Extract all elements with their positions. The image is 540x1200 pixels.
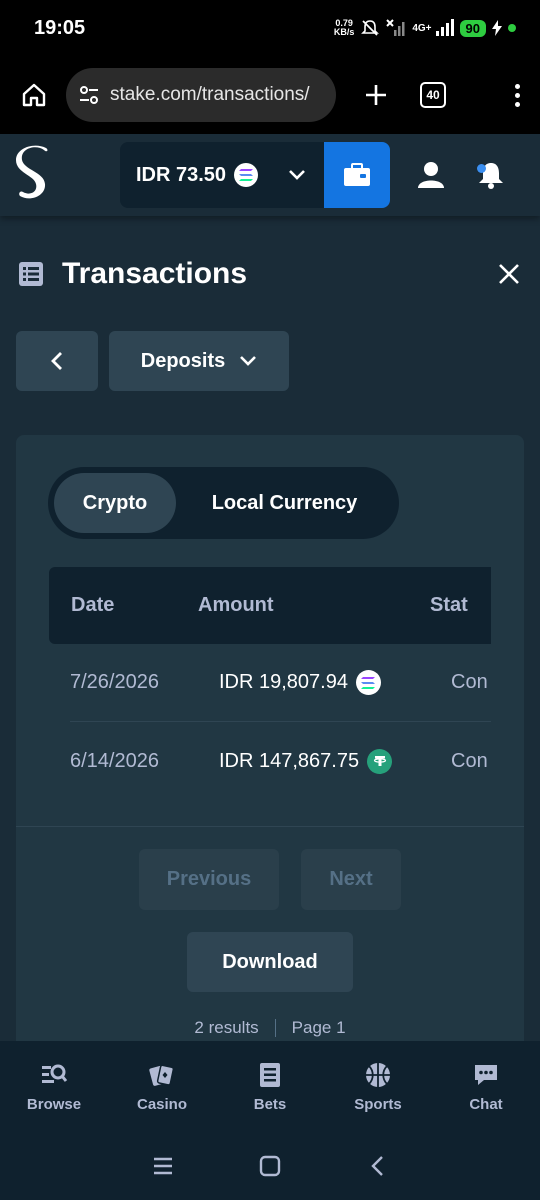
nav-label: Chat (469, 1096, 503, 1113)
cards-icon (149, 1064, 175, 1086)
chevron-down-icon (240, 356, 257, 366)
nav-browse[interactable]: Browse (0, 1041, 108, 1131)
chat-icon (475, 1065, 497, 1085)
page-indicator: Page 1 (291, 1018, 346, 1037)
row-status: Con (451, 749, 488, 772)
wallet-button[interactable] (324, 142, 390, 208)
signal-off-icon (386, 19, 405, 36)
chevron-left-icon (51, 352, 62, 370)
nav-label: Casino (136, 1096, 187, 1113)
currency-toggle: Crypto Local Currency (48, 467, 399, 539)
status-time: 19:05 (34, 16, 86, 39)
plus-icon (366, 85, 386, 105)
wallet-group: IDR 73.50 (120, 142, 390, 208)
status-icons: 0.79 KB/s 4G+ 90 (334, 19, 516, 37)
screen: 19:05 0.79 KB/s 4G+ 90 stake.com/transac… (0, 0, 540, 1200)
column-header-date: Date (71, 594, 115, 616)
transactions-table: Date Amount Stat 7/26/2026 IDR 19,807.94… (49, 567, 491, 800)
nav-label: Sports (354, 1096, 402, 1113)
previous-button[interactable]: Previous (139, 849, 279, 910)
charging-icon (492, 20, 502, 36)
row-date: 6/14/2026 (70, 749, 159, 772)
signal-icon (435, 19, 454, 36)
column-header-status: Stat (430, 594, 468, 616)
stake-logo[interactable] (14, 144, 54, 206)
browser-toolbar: stake.com/transactions/ 40 (0, 56, 540, 134)
balance-selector[interactable]: IDR 73.50 (120, 142, 324, 208)
tab-crypto[interactable]: Crypto (54, 473, 176, 533)
nav-label: Bets (253, 1096, 287, 1113)
table-header: Date Amount Stat (49, 567, 491, 644)
net-speed: 0.79 KB/s (333, 18, 355, 37)
solana-icon (234, 163, 259, 187)
new-tab-button[interactable] (354, 73, 398, 117)
row-status: Con (451, 671, 488, 693)
page-title: Transactions (62, 257, 248, 290)
row-date: 7/26/2026 (70, 671, 159, 693)
site-settings-icon[interactable] (78, 84, 100, 106)
results-summary: 2 results Page 1 (16, 1018, 524, 1038)
home-button[interactable] (12, 73, 56, 117)
network-type: 4G+ (412, 22, 432, 34)
pagination: Previous Next (139, 849, 401, 910)
row-amount: IDR 147,867.75 (219, 748, 451, 774)
status-bar: 19:05 0.79 KB/s 4G+ 90 (0, 0, 540, 56)
dropdown-label: Deposits (140, 349, 226, 372)
battery-level: 90 (459, 19, 486, 37)
menu-icon (154, 1157, 173, 1174)
mute-icon (361, 20, 380, 36)
browse-icon (42, 1064, 68, 1083)
separator (274, 1019, 276, 1037)
results-count: 2 results (194, 1018, 259, 1037)
home-system-button[interactable] (256, 1152, 284, 1180)
table-row: 7/26/2026 IDR 19,807.94 Con (70, 644, 491, 722)
nav-bets[interactable]: Bets (216, 1041, 324, 1131)
notification-dot (508, 24, 516, 32)
nav-label: Browse (26, 1096, 82, 1113)
notifications-button[interactable] (476, 160, 506, 190)
back-button[interactable] (16, 331, 98, 391)
close-icon[interactable] (496, 261, 522, 287)
wallet-icon (344, 163, 370, 186)
next-button[interactable]: Next (301, 849, 401, 910)
table-row: 6/14/2026 IDR 147,867.75 Con (70, 722, 491, 800)
solana-icon (355, 670, 381, 695)
row-amount: IDR 19,807.94 (219, 670, 451, 695)
home-icon (22, 83, 46, 107)
page-header: Transactions (18, 252, 522, 296)
recent-apps-button[interactable] (149, 1152, 177, 1180)
url-text[interactable]: stake.com/transactions/ (110, 84, 310, 106)
divider (16, 826, 524, 827)
square-icon (259, 1155, 281, 1176)
address-bar[interactable]: stake.com/transactions/ (66, 68, 336, 122)
list-icon (19, 262, 43, 286)
back-system-button[interactable] (363, 1152, 391, 1180)
transactions-nav: Deposits (16, 331, 289, 391)
browser-menu-icon[interactable] (512, 83, 522, 107)
column-header-amount: Amount (198, 594, 274, 616)
tether-icon (367, 748, 393, 774)
nav-casino[interactable]: Casino (108, 1041, 216, 1131)
user-icon[interactable] (416, 160, 446, 190)
balance-amount: IDR 73.50 (136, 163, 227, 186)
basketball-icon (366, 1063, 390, 1087)
bottom-navigation: Browse Casino Bets Sports Chat (0, 1041, 540, 1131)
betslip-icon (260, 1063, 280, 1087)
notification-badge (477, 164, 486, 173)
transaction-type-dropdown[interactable]: Deposits (109, 331, 289, 391)
nav-sports[interactable]: Sports (324, 1041, 432, 1131)
system-navigation (0, 1131, 540, 1200)
tab-switcher[interactable]: 40 (420, 82, 446, 108)
site-header: IDR 73.50 (0, 134, 540, 216)
transactions-card: Crypto Local Currency Date Amount Stat 7… (16, 435, 524, 1075)
network-indicator: 4G+ (412, 19, 454, 37)
nav-chat[interactable]: Chat (432, 1041, 540, 1131)
back-arrow-icon (370, 1155, 383, 1176)
tab-local-currency[interactable]: Local Currency (176, 473, 393, 533)
chevron-down-icon (289, 170, 305, 180)
download-button[interactable]: Download (187, 932, 353, 992)
